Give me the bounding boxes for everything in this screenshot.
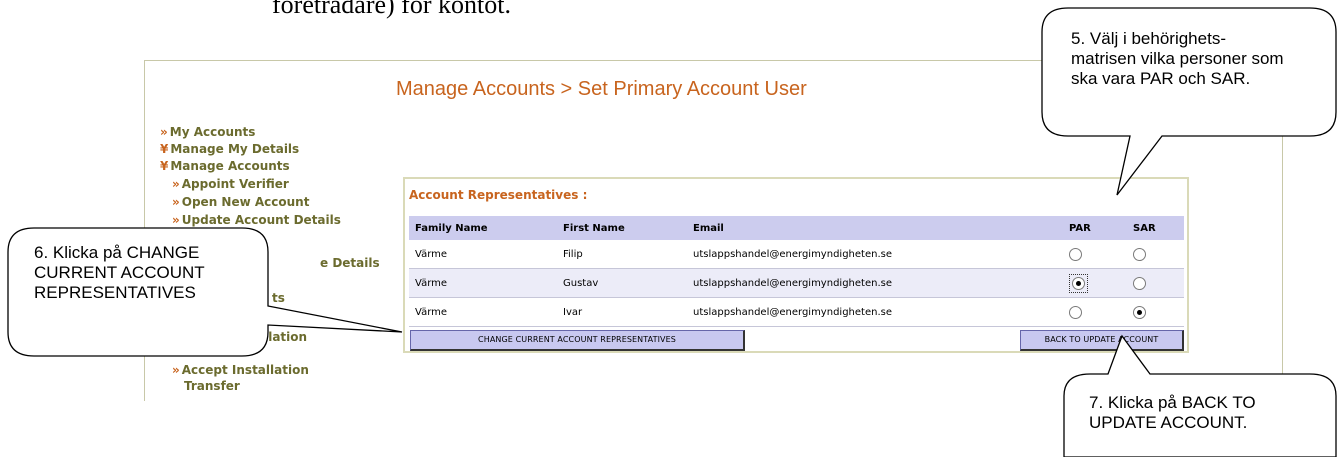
callout-7-text: 7. Klicka på BACK TO UPDATE ACCOUNT.	[1089, 393, 1256, 432]
callout-5-text: 5. Välj i behörighets-matrisen vilka per…	[1071, 29, 1284, 88]
callout-6-text: 6. Klicka på CHANGE CURRENT ACCOUNT REPR…	[34, 243, 205, 302]
